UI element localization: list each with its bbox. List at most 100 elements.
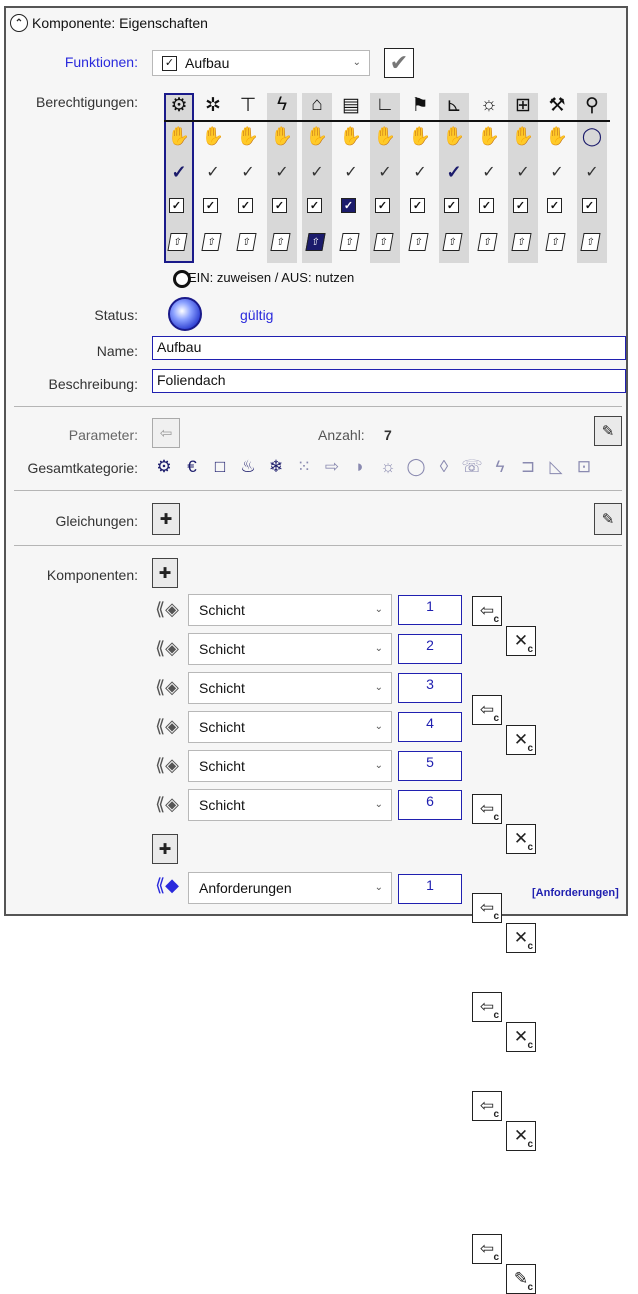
- cold-icon[interactable]: ❄: [266, 457, 286, 477]
- component-delete-button[interactable]: ✕ c: [506, 824, 536, 854]
- heat-icon[interactable]: €: [182, 457, 202, 477]
- check-permission-toggle[interactable]: ✓: [582, 198, 597, 213]
- component-type-dropdown[interactable]: Schicht ⌄: [188, 633, 392, 665]
- edit-parameter-button[interactable]: ✎: [594, 416, 622, 446]
- write-permission-toggle[interactable]: ✓: [410, 162, 430, 182]
- write-permission-toggle[interactable]: ✓: [479, 162, 499, 182]
- apply-function-button[interactable]: ✔: [384, 48, 414, 78]
- grant-permission-toggle[interactable]: ✋: [340, 126, 362, 146]
- edit-permission-toggle[interactable]: ⇧: [511, 233, 532, 251]
- component-number[interactable]: 4: [398, 712, 462, 742]
- component-number[interactable]: 3: [398, 673, 462, 703]
- frame-icon[interactable]: □: [210, 457, 230, 477]
- component-move-button[interactable]: ⇦ c: [472, 794, 502, 824]
- edit-permission-toggle[interactable]: ⇧: [580, 233, 601, 251]
- lightning-icon[interactable]: ϟ: [490, 457, 510, 477]
- component-delete-button[interactable]: ✕ c: [506, 1022, 536, 1052]
- write-permission-toggle[interactable]: ✓: [547, 162, 567, 182]
- edit-permission-toggle[interactable]: ⇧: [373, 233, 394, 251]
- component-type-dropdown[interactable]: Schicht ⌄: [188, 711, 392, 743]
- component-type-dropdown[interactable]: Schicht ⌄: [188, 672, 392, 704]
- collapse-button[interactable]: ⌃: [10, 14, 28, 32]
- grant-permission-toggle[interactable]: ✋: [237, 126, 259, 146]
- check-permission-toggle[interactable]: ✓: [479, 198, 494, 213]
- check-permission-toggle[interactable]: ✓: [341, 198, 356, 213]
- edit-permission-toggle[interactable]: ⇧: [270, 233, 291, 251]
- edit-permission-toggle[interactable]: ⇧: [408, 233, 429, 251]
- add-equation-button[interactable]: ✚: [152, 503, 180, 535]
- check-permission-toggle[interactable]: ✓: [238, 198, 253, 213]
- check-permission-toggle[interactable]: ✓: [169, 198, 184, 213]
- funktionen-checkbox[interactable]: ✓: [162, 55, 177, 71]
- check-permission-toggle[interactable]: ✓: [513, 198, 528, 213]
- component-number[interactable]: 6: [398, 790, 462, 820]
- component-type-dropdown[interactable]: Schicht ⌄: [188, 750, 392, 782]
- component-move-button[interactable]: ⇦ c: [472, 893, 502, 923]
- structure-icon[interactable]: ⚙: [154, 457, 174, 477]
- wall-icon[interactable]: ⊾: [443, 94, 465, 116]
- grant-permission-toggle[interactable]: ✋: [168, 126, 190, 146]
- component-move-button[interactable]: ⇦ c: [472, 992, 502, 1022]
- grant-permission-toggle[interactable]: ◯: [582, 126, 602, 146]
- check-permission-toggle[interactable]: ✓: [444, 198, 459, 213]
- anforderung-edit-button[interactable]: ✎ c: [506, 1264, 536, 1294]
- grant-permission-toggle[interactable]: ✋: [546, 126, 568, 146]
- gateway-icon[interactable]: ⊐: [518, 457, 538, 477]
- edit-permission-toggle[interactable]: ⇧: [201, 233, 222, 251]
- write-permission-toggle[interactable]: ✓: [582, 162, 602, 182]
- write-permission-toggle[interactable]: ✓: [375, 162, 395, 182]
- anforderung-move-button[interactable]: ⇦ c: [472, 1234, 502, 1264]
- check-permission-toggle[interactable]: ✓: [307, 198, 322, 213]
- component-delete-button[interactable]: ✕ c: [506, 923, 536, 953]
- edit-permission-toggle[interactable]: ⇧: [305, 233, 326, 251]
- ruler-icon[interactable]: ◺: [546, 457, 566, 477]
- beschreibung-input[interactable]: Foliendach: [152, 369, 626, 393]
- write-permission-toggle[interactable]: ✓: [341, 162, 361, 182]
- component-delete-button[interactable]: ✕ c: [506, 1121, 536, 1151]
- check-permission-toggle[interactable]: ✓: [272, 198, 287, 213]
- grant-permission-toggle[interactable]: ✋: [374, 126, 396, 146]
- component-move-button[interactable]: ⇦ c: [472, 695, 502, 725]
- fire-extinguisher-icon[interactable]: ⚑: [409, 94, 431, 116]
- bulb-icon[interactable]: ◯: [406, 457, 426, 477]
- lighting-icon[interactable]: ☼: [478, 94, 500, 116]
- electric-icon[interactable]: ϟ: [271, 94, 293, 116]
- security-icon[interactable]: ⌂: [306, 94, 328, 116]
- write-permission-toggle[interactable]: ✓: [203, 162, 223, 182]
- water-icon[interactable]: ◊: [434, 457, 454, 477]
- structure-icon[interactable]: ⚙: [168, 94, 190, 116]
- edit-permission-toggle[interactable]: ⇧: [167, 233, 188, 251]
- edit-equation-button[interactable]: ✎: [594, 503, 622, 535]
- add-component-button[interactable]: ✚: [152, 558, 178, 588]
- status-indicator[interactable]: [168, 297, 202, 331]
- check-permission-toggle[interactable]: ✓: [375, 198, 390, 213]
- check-permission-toggle[interactable]: ✓: [547, 198, 562, 213]
- component-type-dropdown[interactable]: Schicht ⌄: [188, 594, 392, 626]
- phone-icon[interactable]: ☏: [461, 457, 482, 477]
- anforderung-number[interactable]: 1: [398, 874, 462, 904]
- check-permission-toggle[interactable]: ✓: [410, 198, 425, 213]
- grant-permission-toggle[interactable]: ✋: [202, 126, 224, 146]
- edit-permission-toggle[interactable]: ⇧: [545, 233, 566, 251]
- anforderungen-link[interactable]: [Anforderungen]: [532, 887, 619, 899]
- check-permission-toggle[interactable]: ✓: [203, 198, 218, 213]
- grant-permission-toggle[interactable]: ✋: [306, 126, 328, 146]
- write-permission-toggle[interactable]: ✓: [307, 162, 327, 182]
- add-component-button-2[interactable]: ✚: [152, 834, 178, 864]
- profile-icon[interactable]: ∟: [374, 94, 396, 116]
- grant-permission-toggle[interactable]: ✋: [271, 126, 293, 146]
- sound-icon[interactable]: ◗: [350, 457, 370, 477]
- edit-permission-toggle[interactable]: ⇧: [236, 233, 257, 251]
- light-icon[interactable]: ☼: [378, 457, 398, 477]
- component-delete-button[interactable]: ✕ c: [506, 626, 536, 656]
- write-permission-toggle[interactable]: ✓: [238, 162, 258, 182]
- airflow-icon[interactable]: ⇨: [322, 457, 342, 477]
- gear-icon[interactable]: ✲: [202, 94, 224, 116]
- grant-permission-toggle[interactable]: ✋: [478, 126, 500, 146]
- faucet-icon[interactable]: ⊤: [237, 94, 259, 116]
- write-permission-toggle[interactable]: ✓: [444, 162, 464, 182]
- fire-icon[interactable]: ♨: [238, 457, 258, 477]
- grant-permission-toggle[interactable]: ✋: [409, 126, 431, 146]
- component-number[interactable]: 1: [398, 595, 462, 625]
- grant-permission-toggle[interactable]: ✋: [443, 126, 465, 146]
